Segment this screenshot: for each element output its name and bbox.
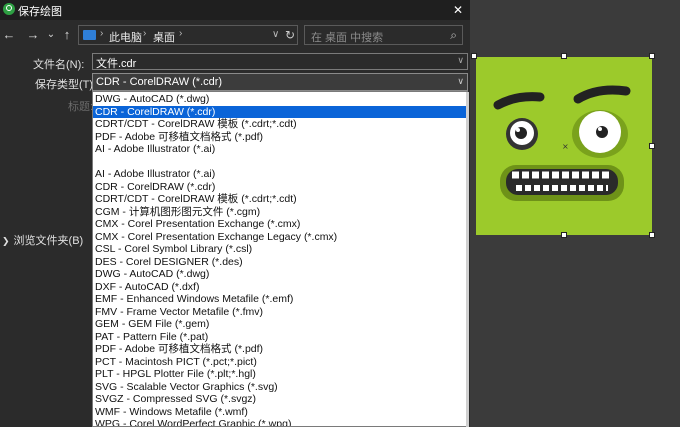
window-title: 保存绘图 — [18, 6, 62, 18]
selection-handle-bottom[interactable] — [561, 232, 567, 238]
filetype-value: CDR - CorelDRAW (*.cdr) — [96, 76, 223, 88]
breadcrumb-separator: › — [100, 28, 104, 39]
filetype-option[interactable]: GEM - GEM File (*.gem) — [93, 318, 467, 331]
filetype-option[interactable]: DWG - AutoCAD (*.dwg) — [93, 268, 467, 281]
breadcrumb-separator: › — [143, 28, 147, 39]
dropdown-scrollbar-track[interactable] — [466, 92, 469, 427]
selection-handle-top-left[interactable] — [471, 53, 477, 59]
chevron-down-icon[interactable]: ∨ — [457, 55, 464, 66]
navigation-bar: ← → ⌄ ↑ › 此电脑 › 桌面 › ∨ ↻ 在 桌面 中搜索 ⌕ — [0, 20, 470, 52]
save-dialog: 保存绘图 ✕ ← → ⌄ ↑ › 此电脑 › 桌面 › ∨ ↻ 在 桌面 中搜索… — [0, 0, 470, 427]
app-logo-icon — [3, 3, 15, 15]
filename-value: 文件.cdr — [96, 58, 137, 70]
selection-handle-top[interactable] — [561, 53, 567, 59]
up-arrow-icon[interactable]: ↑ — [60, 28, 74, 42]
back-arrow-icon[interactable]: ← — [2, 28, 16, 42]
filetype-option[interactable]: CSL - Corel Symbol Library (*.csl) — [93, 243, 467, 256]
breadcrumb-this-pc[interactable]: 此电脑 — [109, 29, 142, 45]
filetype-option[interactable]: CDR - CorelDRAW (*.cdr) — [93, 105, 467, 118]
filetype-option[interactable]: AI - Adobe Illustrator (*.ai) — [93, 168, 467, 181]
address-dropdown-icon[interactable]: ∨ — [272, 29, 279, 40]
filetype-option[interactable]: CMX - Corel Presentation Exchange (*.cmx… — [93, 218, 467, 231]
selection-handle-bottom-right[interactable] — [649, 232, 655, 238]
search-placeholder: 在 桌面 中搜索 — [311, 32, 384, 44]
search-icon[interactable]: ⌕ — [450, 28, 457, 43]
refresh-icon[interactable]: ↻ — [285, 28, 295, 42]
svg-text:×: × — [562, 142, 569, 151]
search-box[interactable]: 在 桌面 中搜索 ⌕ — [304, 25, 463, 45]
chevron-down-icon: ❯ — [2, 236, 10, 246]
close-button[interactable]: ✕ — [450, 2, 466, 18]
selection-handle-right[interactable] — [649, 143, 655, 149]
filetype-option[interactable]: SVGZ - Compressed SVG (*.svgz) — [93, 393, 467, 406]
filetype-select[interactable]: CDR - CorelDRAW (*.cdr) ∨ — [92, 73, 468, 91]
title-label: 标题: — [68, 101, 94, 113]
filetype-option[interactable]: WPG - Corel WordPerfect Graphic (*.wpg) — [93, 418, 467, 426]
filetype-option[interactable]: CDRT/CDT - CorelDRAW 模板 (*.cdrt;*.cdt) — [93, 193, 467, 206]
filetype-option[interactable]: CDRT/CDT - CorelDRAW 模板 (*.cdrt;*.cdt) — [93, 118, 467, 131]
filetype-option[interactable]: PLT - HPGL Plotter File (*.plt;*.hgl) — [93, 368, 467, 381]
filetype-option[interactable]: EMF - Enhanced Windows Metafile (*.emf) — [93, 293, 467, 306]
filetype-option[interactable]: CMX - Corel Presentation Exchange Legacy… — [93, 231, 467, 244]
breadcrumb-desktop[interactable]: 桌面 — [153, 29, 175, 45]
filetype-option[interactable]: CDR - CorelDRAW (*.cdr) — [93, 181, 467, 194]
recent-locations-dropdown-icon[interactable]: ⌄ — [44, 28, 58, 42]
filetype-label: 保存类型(T): — [35, 79, 97, 91]
selection-handle-top-right[interactable] — [649, 53, 655, 59]
forward-arrow-icon[interactable]: → — [26, 28, 40, 42]
filetype-option[interactable]: DWG - AutoCAD (*.dwg) — [93, 93, 467, 106]
filetype-option — [93, 156, 467, 169]
chevron-down-icon[interactable]: ∨ — [457, 76, 464, 87]
browse-folders-label: 浏览文件夹(B) — [13, 235, 84, 247]
filetype-option[interactable]: CGM - 计算机图形图元文件 (*.cgm) — [93, 206, 467, 219]
address-bar[interactable]: › 此电脑 › 桌面 › ∨ ↻ — [78, 25, 298, 45]
filetype-option[interactable]: DXF - AutoCAD (*.dxf) — [93, 281, 467, 294]
filetype-option[interactable]: SVG - Scalable Vector Graphics (*.svg) — [93, 381, 467, 394]
computer-icon — [83, 30, 96, 40]
filetype-option[interactable]: PAT - Pattern File (*.pat) — [93, 331, 467, 344]
filename-input[interactable]: 文件.cdr ∨ — [92, 53, 468, 70]
breadcrumb-separator: › — [179, 28, 183, 39]
filetype-dropdown-list[interactable]: DWG - AutoCAD (*.dwg) CDR - CorelDRAW (*.… — [92, 91, 468, 427]
filetype-option[interactable]: FMV - Frame Vector Metafile (*.fmv) — [93, 306, 467, 319]
filetype-option[interactable]: DES - Corel DESIGNER (*.des) — [93, 256, 467, 269]
filename-label: 文件名(N): — [33, 59, 85, 71]
filetype-option[interactable]: PDF - Adobe 可移植文档格式 (*.pdf) — [93, 131, 467, 144]
filetype-option[interactable]: PDF - Adobe 可移植文档格式 (*.pdf) — [93, 343, 467, 356]
filetype-option[interactable]: AI - Adobe Illustrator (*.ai) — [93, 143, 467, 156]
filetype-option[interactable]: WMF - Windows Metafile (*.wmf) — [93, 406, 467, 419]
artboard[interactable]: × — [476, 57, 652, 235]
monster-face-illustration: × — [493, 85, 631, 201]
browse-folders-toggle[interactable]: ❯ 浏览文件夹(B) — [2, 232, 83, 248]
title-bar[interactable]: 保存绘图 ✕ — [0, 0, 470, 20]
filetype-option[interactable]: PCT - Macintosh PICT (*.pct;*.pict) — [93, 356, 467, 369]
